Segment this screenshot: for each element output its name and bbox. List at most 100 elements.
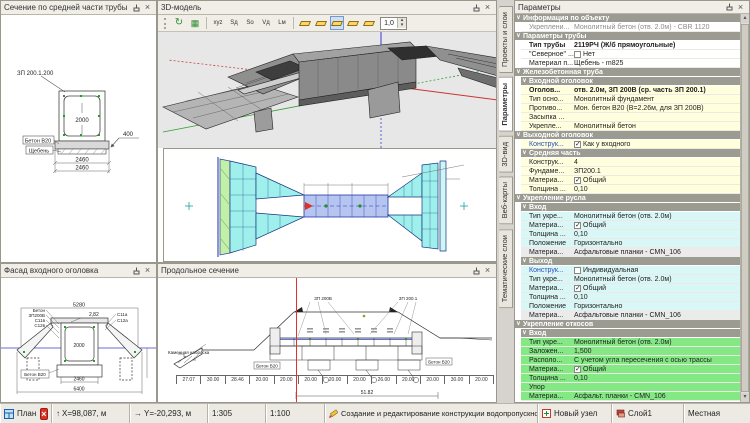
param-value-cell[interactable]: Щебень - m825 — [574, 59, 740, 68]
param-value-cell[interactable]: 0,10 — [574, 230, 740, 239]
param-row[interactable]: Положение Горизонтально — [521, 239, 740, 248]
profile-viewport[interactable]: ЗП 200В ЗП 200.1 Каменная наброска Б — [158, 278, 496, 402]
param-row[interactable]: Конструк... Индивидуальная — [521, 266, 740, 275]
param-row[interactable]: Конструк... 4 — [521, 158, 740, 167]
pin-icon[interactable] — [471, 2, 482, 13]
toolbar-grip[interactable] — [164, 18, 167, 29]
param-row[interactable]: ∨ Вход — [521, 329, 740, 338]
checkbox-icon[interactable] — [574, 51, 581, 58]
side-tab[interactable]: Веб-карты — [499, 176, 513, 224]
param-row[interactable]: Тип осно... Монолитный фундамент — [521, 95, 740, 104]
measure-tool-button[interactable]: Vд — [259, 16, 273, 30]
current-layer-cell[interactable]: Слой1 — [612, 404, 684, 423]
param-row[interactable]: Тип трубы 2119РЧ (Ж/б прямоугольные) — [521, 41, 740, 50]
param-value-cell[interactable]: Мон. бетон В20 (В=2.26м, для ЗП 200В) — [574, 104, 740, 113]
param-row[interactable]: ∨ Вход — [521, 203, 740, 212]
param-row[interactable]: Фундаме... ЗП200.1 — [521, 167, 740, 176]
param-value-cell[interactable]: Монолитный бетон (отв. 2.0м) - CBR 1120 — [574, 23, 740, 32]
scale-spinner[interactable]: 1,0 ▴ ▾ — [380, 17, 407, 30]
param-value-cell[interactable]: отв. 2.0м, ЗП 200В (ср. часть ЗП 200.1) — [574, 86, 740, 95]
section-chevron-icon[interactable]: ∨ — [515, 320, 522, 329]
section-chevron-icon[interactable]: ∨ — [521, 257, 528, 266]
section-chevron-icon[interactable]: ∨ — [515, 32, 522, 41]
param-row[interactable]: Материа... Общий — [521, 176, 740, 185]
param-row[interactable]: ∨ Железобетонная труба — [515, 68, 740, 77]
param-row[interactable]: Укрепле... Монолитный бетон — [521, 122, 740, 131]
close-icon[interactable]: × — [142, 265, 153, 276]
current-node-cell[interactable]: Новый узел — [538, 404, 612, 423]
param-value-cell[interactable]: 0,10 — [574, 185, 740, 194]
scale-indicator-2[interactable]: 1:100 — [266, 404, 325, 423]
measure-tool-button[interactable]: Sд — [227, 16, 241, 30]
display-mode-button[interactable] — [298, 16, 312, 30]
pin-icon[interactable] — [724, 2, 735, 13]
section-chevron-icon[interactable]: ∨ — [521, 329, 528, 338]
checkbox-icon[interactable] — [574, 222, 581, 229]
close-icon[interactable]: × — [142, 2, 153, 13]
param-value-cell[interactable]: Монолитный бетон — [574, 122, 740, 131]
param-value-cell[interactable]: Нет — [574, 50, 740, 59]
param-row[interactable]: "Северное" ... Нет — [521, 50, 740, 59]
measure-tool-button[interactable]: Sо — [243, 16, 257, 30]
param-value-cell[interactable]: Асфальтовые планки - CMN_106 — [574, 311, 740, 320]
param-row[interactable]: Тип укре... Монолитный бетон (отв. 2.0м) — [521, 212, 740, 221]
close-icon[interactable]: × — [482, 2, 493, 13]
param-row[interactable]: ∨ Информация по объекту — [515, 14, 740, 23]
param-value-cell[interactable]: Горизонтально — [574, 239, 740, 248]
param-row[interactable]: Толщина ... 0,10 — [521, 374, 740, 383]
param-row[interactable]: Толщина ... 0,10 — [521, 185, 740, 194]
close-icon[interactable]: × — [735, 2, 746, 13]
close-icon[interactable]: × — [482, 265, 493, 276]
checkbox-icon[interactable] — [574, 285, 581, 292]
section-chevron-icon[interactable]: ∨ — [515, 131, 522, 140]
pin-icon[interactable] — [471, 265, 482, 276]
parameters-scrollbar[interactable]: ▴ ▾ — [740, 14, 749, 402]
active-mode-indicator[interactable]: Создание и редактирование конструкции во… — [325, 404, 538, 423]
checkbox-icon[interactable] — [574, 177, 581, 184]
pin-icon[interactable] — [131, 2, 142, 13]
param-value-cell[interactable]: Как у входного — [574, 140, 740, 149]
param-row[interactable]: Располо... С учетом угла пересечения с о… — [521, 356, 740, 365]
param-value-cell[interactable]: ЗП200.1 — [574, 167, 740, 176]
param-row[interactable]: Заложен... 1,500 — [521, 347, 740, 356]
param-row[interactable]: ∨ Параметры трубы — [515, 32, 740, 41]
param-value-cell[interactable]: Индивидуальная — [574, 266, 740, 275]
display-mode-button[interactable] — [362, 16, 376, 30]
display-mode-button[interactable] — [330, 16, 344, 30]
param-value-cell[interactable]: Монолитный фундамент — [574, 95, 740, 104]
param-value-cell[interactable]: 0,10 — [574, 293, 740, 302]
pin-icon[interactable] — [131, 265, 142, 276]
param-value-cell[interactable]: Монолитный бетон (отв. 2.0м) — [574, 212, 740, 221]
scale-indicator-1[interactable]: 1:305 — [208, 404, 266, 423]
measure-tool-button[interactable]: xyz — [211, 16, 225, 30]
param-row[interactable]: ∨ Входной оголовок — [521, 77, 740, 86]
side-tab[interactable]: Параметры — [499, 77, 513, 132]
section-chevron-icon[interactable]: ∨ — [521, 77, 528, 86]
param-row[interactable]: Тип укре... Монолитный бетон (отв. 2.0м) — [521, 275, 740, 284]
checkbox-icon[interactable] — [574, 366, 581, 373]
param-row[interactable]: Материа... Общий — [521, 284, 740, 293]
param-row[interactable]: Противо... Мон. бетон В20 (В=2.26м, для … — [521, 104, 740, 113]
side-tab[interactable]: 3D-вид — [499, 136, 513, 173]
param-row[interactable]: Материа... Асфальт. планки - CMN_106 — [521, 392, 740, 401]
param-row[interactable]: Материа... Асфальтовые планки - CMN_106 — [521, 311, 740, 320]
scroll-down-icon[interactable]: ▾ — [741, 393, 749, 402]
param-row[interactable]: Оголов... отв. 2.0м, ЗП 200В (ср. часть … — [521, 86, 740, 95]
param-value-cell[interactable]: Асфальтовые планки - CMN_106 — [574, 248, 740, 257]
param-value-cell[interactable]: Асфальт. планки - CMN_106 — [574, 392, 740, 401]
3d-viewport[interactable] — [158, 32, 496, 148]
param-value-cell[interactable]: Общий — [574, 176, 740, 185]
side-tab[interactable]: Проекты и слои — [499, 6, 513, 73]
param-row[interactable]: Конструк... Как у входного — [521, 140, 740, 149]
close-view-icon[interactable]: × — [40, 408, 47, 420]
param-value-cell[interactable]: 1,500 — [574, 347, 740, 356]
checkbox-icon[interactable] — [574, 267, 581, 274]
measure-tool-button[interactable]: Lм — [275, 16, 289, 30]
param-row[interactable]: ∨ Средняя часть — [521, 149, 740, 158]
param-row[interactable]: Укреплени... Монолитный бетон (отв. 2.0м… — [521, 23, 740, 32]
view-tab-plan[interactable]: План × — [0, 404, 52, 423]
param-value-cell[interactable]: Общий — [574, 284, 740, 293]
param-row[interactable]: Положение Горизонтально — [521, 302, 740, 311]
param-row[interactable]: Упор — [521, 383, 740, 392]
param-value-cell[interactable]: Монолитный бетон (отв. 2.0м) — [574, 338, 740, 347]
